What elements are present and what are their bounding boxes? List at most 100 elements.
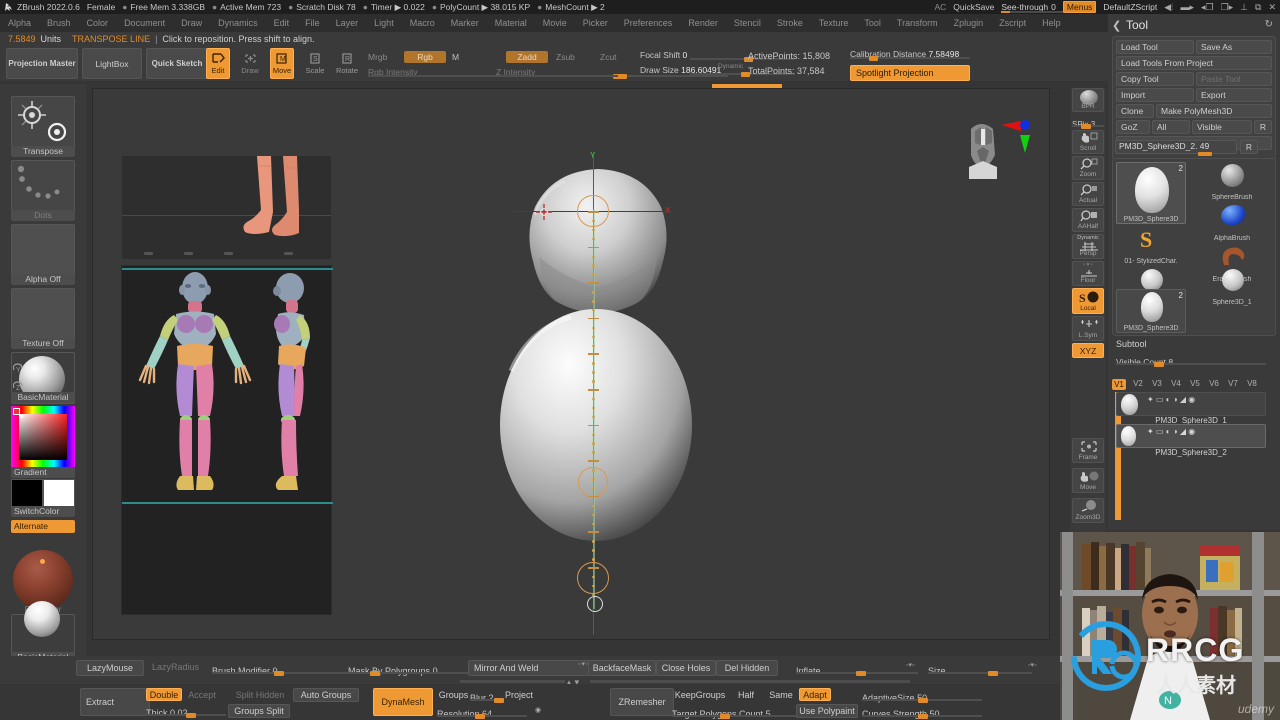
- z-intensity-handle[interactable]: [618, 74, 627, 79]
- dynamesh-button[interactable]: DynaMesh: [373, 688, 433, 716]
- subtool-tab-v1[interactable]: V1: [1112, 379, 1126, 390]
- m-button[interactable]: M: [452, 52, 459, 62]
- size-slider[interactable]: Size: [928, 661, 1032, 676]
- stroke-preview[interactable]: [11, 160, 75, 212]
- local-transform-button[interactable]: S Local: [1072, 288, 1104, 314]
- current-tool-r-button[interactable]: R: [1240, 140, 1258, 154]
- brush-modifier-slider[interactable]: Brush Modifier 0: [212, 661, 348, 676]
- menu-item-zscript[interactable]: Zscript: [991, 14, 1034, 32]
- menu-item-alpha[interactable]: Alpha: [0, 14, 39, 32]
- close-holes-button[interactable]: Close Holes: [656, 660, 716, 676]
- color-picker-icon[interactable]: [11, 406, 75, 468]
- auto-groups-button[interactable]: Auto Groups: [293, 688, 359, 702]
- keepgroups-button[interactable]: KeepGroups: [672, 688, 728, 701]
- inflate-handle[interactable]: [856, 671, 866, 676]
- rgb-button[interactable]: Rgb: [404, 51, 446, 63]
- visible-r-button[interactable]: R: [1254, 120, 1272, 134]
- shelf-scroll-track-right[interactable]: [590, 680, 910, 683]
- resolution-handle[interactable]: [475, 714, 485, 719]
- size-axis-icons[interactable]: ▫▾▫: [1028, 661, 1036, 669]
- main-color-swatch[interactable]: [11, 479, 43, 507]
- subtool-tab-v6[interactable]: V6: [1207, 379, 1221, 388]
- blur-slider[interactable]: Blur 2: [470, 688, 504, 703]
- curves-strength-slider[interactable]: Curves Strength 50: [862, 704, 982, 719]
- zadd-button[interactable]: Zadd: [506, 51, 548, 63]
- move-mode-button[interactable]: M Move: [270, 48, 294, 79]
- groups-split-button[interactable]: Groups Split: [228, 704, 290, 718]
- see-through-slider[interactable]: See-through 0: [1001, 2, 1064, 13]
- load-tools-from-project-button[interactable]: Load Tools From Project: [1116, 56, 1272, 70]
- alternate-button[interactable]: Alternate: [11, 520, 75, 533]
- menu-item-edit[interactable]: Edit: [266, 14, 298, 32]
- calibration-distance-slider[interactable]: Calibration Distance 7.58498: [850, 49, 970, 61]
- backfacemask-button[interactable]: BackfaceMask: [588, 660, 656, 676]
- menu-item-tool[interactable]: Tool: [856, 14, 889, 32]
- scale-mode-button[interactable]: S Scale: [303, 48, 327, 79]
- subtool-tab-v3[interactable]: V3: [1150, 379, 1164, 388]
- bpr-render-button[interactable]: BPR: [1072, 88, 1104, 112]
- current-tool-field[interactable]: PM3D_Sphere3D_2. 49: [1115, 140, 1237, 156]
- split-hidden-button[interactable]: Split Hidden: [230, 688, 290, 701]
- menu-item-draw[interactable]: Draw: [173, 14, 210, 32]
- size-handle[interactable]: [988, 671, 998, 676]
- project-button[interactable]: Project: [500, 688, 538, 701]
- transpose-x-origin-marker[interactable]: [533, 201, 555, 223]
- viewport-canvas[interactable]: Y X: [92, 88, 1050, 640]
- subtool-tab-v2[interactable]: V2: [1131, 379, 1145, 388]
- chevron-left-icon[interactable]: ❮: [1112, 19, 1121, 32]
- same-button[interactable]: Same: [762, 688, 800, 701]
- menus-toggle-button[interactable]: Menus: [1062, 1, 1097, 13]
- del-hidden-button[interactable]: Del Hidden: [716, 660, 778, 676]
- menu-item-stencil[interactable]: Stencil: [726, 14, 769, 32]
- adaptivesize-handle[interactable]: [918, 698, 928, 703]
- subtool-tab-v5[interactable]: V5: [1188, 379, 1202, 388]
- spix-slider[interactable]: SPix 3: [1072, 114, 1104, 129]
- zremesher-button[interactable]: ZRemesher: [610, 688, 674, 716]
- subtool-row-2[interactable]: ✦ ▭ ◐ ◑ ◢ ◉ PM3D_Sphere3D_2: [1116, 424, 1266, 457]
- lazymouse-button[interactable]: LazyMouse: [76, 660, 144, 676]
- zoom3d-button[interactable]: Zoom3D: [1072, 498, 1104, 523]
- zcut-button[interactable]: Zcut: [600, 52, 617, 62]
- menu-item-brush[interactable]: Brush: [39, 14, 79, 32]
- paste-tool-button[interactable]: Paste Tool: [1196, 72, 1272, 86]
- target-polygons-count-slider[interactable]: Target Polygons Count 5: [672, 704, 804, 719]
- frame-button[interactable]: Frame: [1072, 438, 1104, 463]
- clone-button[interactable]: Clone: [1116, 104, 1154, 118]
- quick-sketch-button[interactable]: Quick Sketch: [146, 48, 208, 79]
- curves-strength-handle[interactable]: [918, 714, 928, 719]
- import-button[interactable]: Import: [1116, 88, 1194, 102]
- perspective-button[interactable]: Dynamic Persp: [1072, 234, 1104, 259]
- subtool-tab-v4[interactable]: V4: [1169, 379, 1183, 388]
- lightbox-button[interactable]: LightBox: [82, 48, 142, 79]
- inflate-slider[interactable]: Inflate: [796, 661, 918, 676]
- transpose-handle-action[interactable]: [587, 596, 603, 612]
- menu-item-preferences[interactable]: Preferences: [616, 14, 681, 32]
- tool-thumb-spherebrush[interactable]: SphereBrush: [1193, 162, 1271, 202]
- brush-preview[interactable]: [11, 96, 75, 148]
- projection-master-button[interactable]: Projection Master: [6, 48, 78, 79]
- minimize-icon[interactable]: ⊥: [1240, 2, 1248, 13]
- subtool-icons[interactable]: ✦ ▭ ◐ ◑ ◢ ◉: [1147, 427, 1195, 436]
- menu-item-marker[interactable]: Marker: [443, 14, 487, 32]
- calibration-handle[interactable]: [869, 56, 878, 61]
- half-button[interactable]: Half: [730, 688, 762, 701]
- actual-size-button[interactable]: Actual: [1072, 182, 1104, 206]
- menu-item-layer[interactable]: Layer: [328, 14, 367, 32]
- menu-item-material[interactable]: Material: [487, 14, 535, 32]
- tool-thumb-pm3d-sphere3d-selected[interactable]: 2 PM3D_Sphere3D: [1116, 162, 1186, 224]
- inflate-axis-icons[interactable]: ▫▾▫: [906, 661, 914, 669]
- adaptivesize-slider[interactable]: AdaptiveSize 50: [862, 688, 982, 703]
- menu-item-render[interactable]: Render: [680, 14, 726, 32]
- make-polymesh3d-button[interactable]: Make PolyMesh3D: [1156, 104, 1272, 118]
- local-symmetry-button[interactable]: L.Sym: [1072, 316, 1104, 341]
- tool-thumb-alphabrush[interactable]: AlphaBrush: [1193, 203, 1271, 243]
- rotate-mode-button[interactable]: R Rotate: [335, 48, 359, 79]
- load-tool-button[interactable]: Load Tool: [1116, 40, 1194, 54]
- floor-button[interactable]: ▫ ▾ ▫ Floor: [1072, 261, 1104, 286]
- shelf-scroll-track-left[interactable]: [460, 680, 565, 683]
- visible-button[interactable]: Visible: [1192, 120, 1252, 134]
- menu-item-zplugin[interactable]: Zplugin: [946, 14, 992, 32]
- tool-thumb-sphere3d-1[interactable]: Sphere3D_1: [1193, 267, 1271, 307]
- xyz-symmetry-button[interactable]: XYZ: [1072, 343, 1104, 358]
- spotlight-projection-button[interactable]: Spotlight Projection: [850, 65, 970, 81]
